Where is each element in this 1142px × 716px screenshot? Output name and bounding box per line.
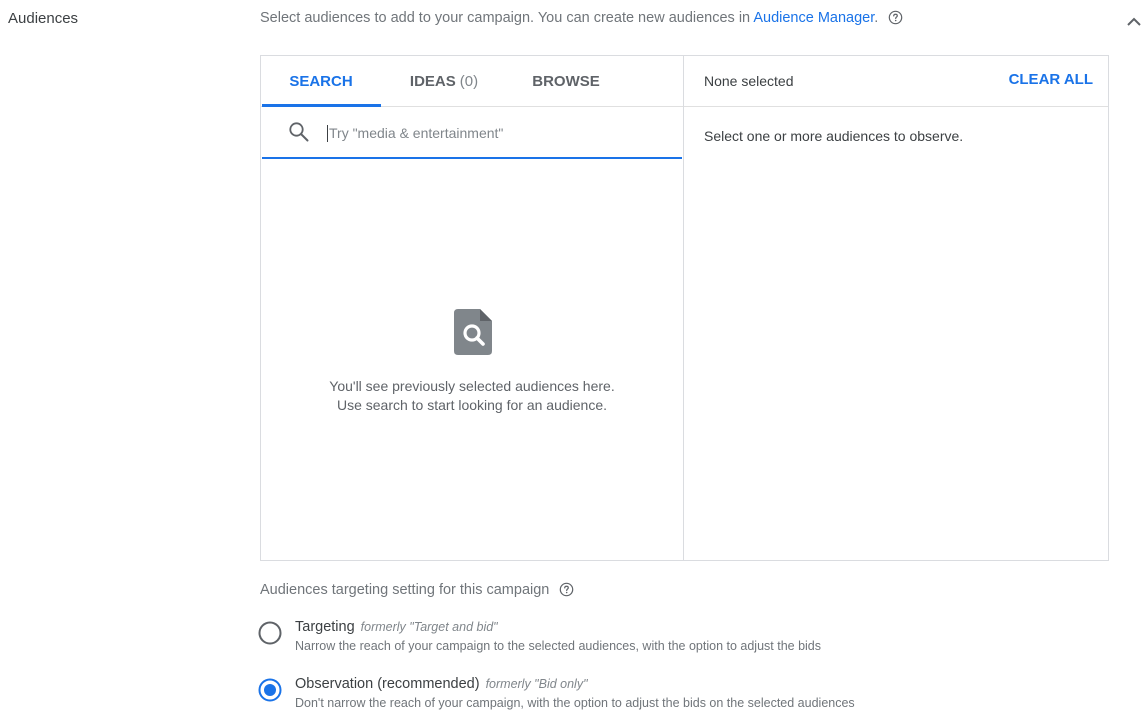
audience-manager-link[interactable]: Audience Manager (753, 10, 874, 26)
targeting-option[interactable]: Targeting formerly "Target and bid" Narro… (258, 619, 1118, 659)
search-icon (288, 121, 310, 143)
observation-title: Observation (recommended) formerly "Bid o… (295, 676, 588, 692)
intro-text: Select audiences to add to your campaign… (260, 10, 903, 29)
targeting-setting-text: Audiences targeting setting for this cam… (260, 582, 550, 598)
audience-picker: SEARCH IDEAS (0) BROWSE Try "media & ent… (260, 55, 1109, 561)
picker-tabs: SEARCH IDEAS (0) BROWSE (261, 56, 683, 107)
selected-header: None selected CLEAR ALL (684, 56, 1108, 107)
observation-radio[interactable] (258, 678, 282, 702)
help-circle-icon[interactable] (559, 582, 574, 601)
empty-state-line-2: Use search to start looking for an audie… (336, 397, 608, 413)
observation-formerly: formerly "Bid only" (485, 677, 588, 691)
tab-ideas-label: IDEAS (409, 73, 456, 90)
active-tab-indicator (262, 104, 381, 107)
help-circle-icon[interactable] (888, 10, 903, 29)
targeting-setting-label: Audiences targeting setting for this cam… (260, 582, 574, 601)
audience-search-input[interactable] (326, 118, 666, 148)
intro-text-main: Select audiences to add to your campaign… (260, 10, 754, 26)
empty-state-text: You'll see previously selected audiences… (261, 377, 683, 415)
clear-all-button[interactable]: CLEAR ALL (1009, 71, 1093, 88)
empty-state-line-1: You'll see previously selected audiences… (329, 378, 615, 394)
targeting-description: Narrow the reach of your campaign to the… (295, 639, 822, 653)
selected-audiences-pane: None selected CLEAR ALL Select one or mo… (684, 56, 1108, 560)
targeting-radio[interactable] (258, 621, 282, 645)
observation-description: Don't narrow the reach of your campaign,… (295, 696, 855, 710)
observation-option[interactable]: Observation (recommended) formerly "Bid o… (258, 676, 1118, 716)
tab-ideas[interactable]: IDEAS (0) (381, 56, 507, 107)
selection-hint: Select one or more audiences to observe. (704, 128, 964, 144)
targeting-title-text: Targeting (295, 619, 355, 635)
document-search-icon (454, 309, 492, 355)
targeting-formerly: formerly "Target and bid" (360, 620, 498, 634)
empty-state: You'll see previously selected audiences… (261, 159, 683, 559)
intro-text-suffix: . (874, 10, 879, 26)
targeting-title: Targeting formerly "Target and bid" (295, 619, 498, 635)
audience-search-pane: SEARCH IDEAS (0) BROWSE Try "media & ent… (261, 56, 684, 560)
text-cursor (327, 125, 328, 142)
observation-title-text: Observation (recommended) (295, 676, 480, 692)
section-label: Audiences (8, 10, 79, 27)
tab-ideas-count: (0) (459, 73, 479, 90)
chevron-up-icon[interactable] (1126, 14, 1142, 26)
selection-status: None selected (704, 73, 794, 89)
tab-search[interactable]: SEARCH (261, 56, 381, 107)
tab-browse[interactable]: BROWSE (507, 56, 625, 107)
search-bar (262, 108, 682, 159)
